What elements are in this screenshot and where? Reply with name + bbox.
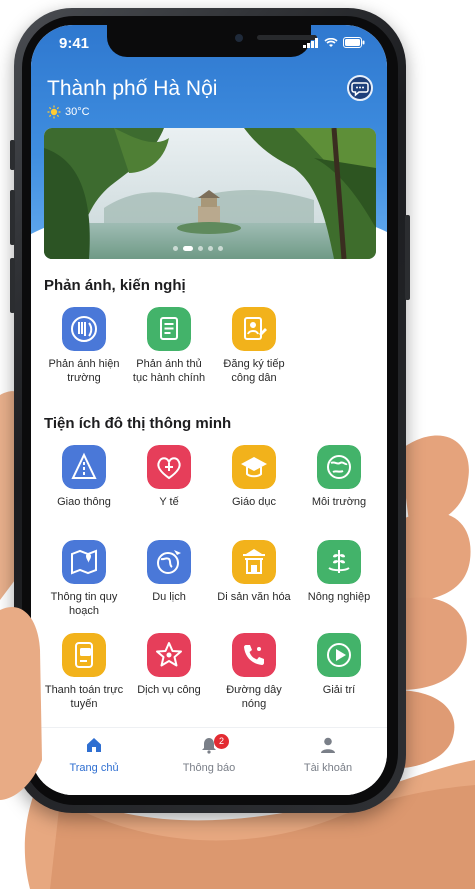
thumb-illustration [0, 606, 42, 800]
